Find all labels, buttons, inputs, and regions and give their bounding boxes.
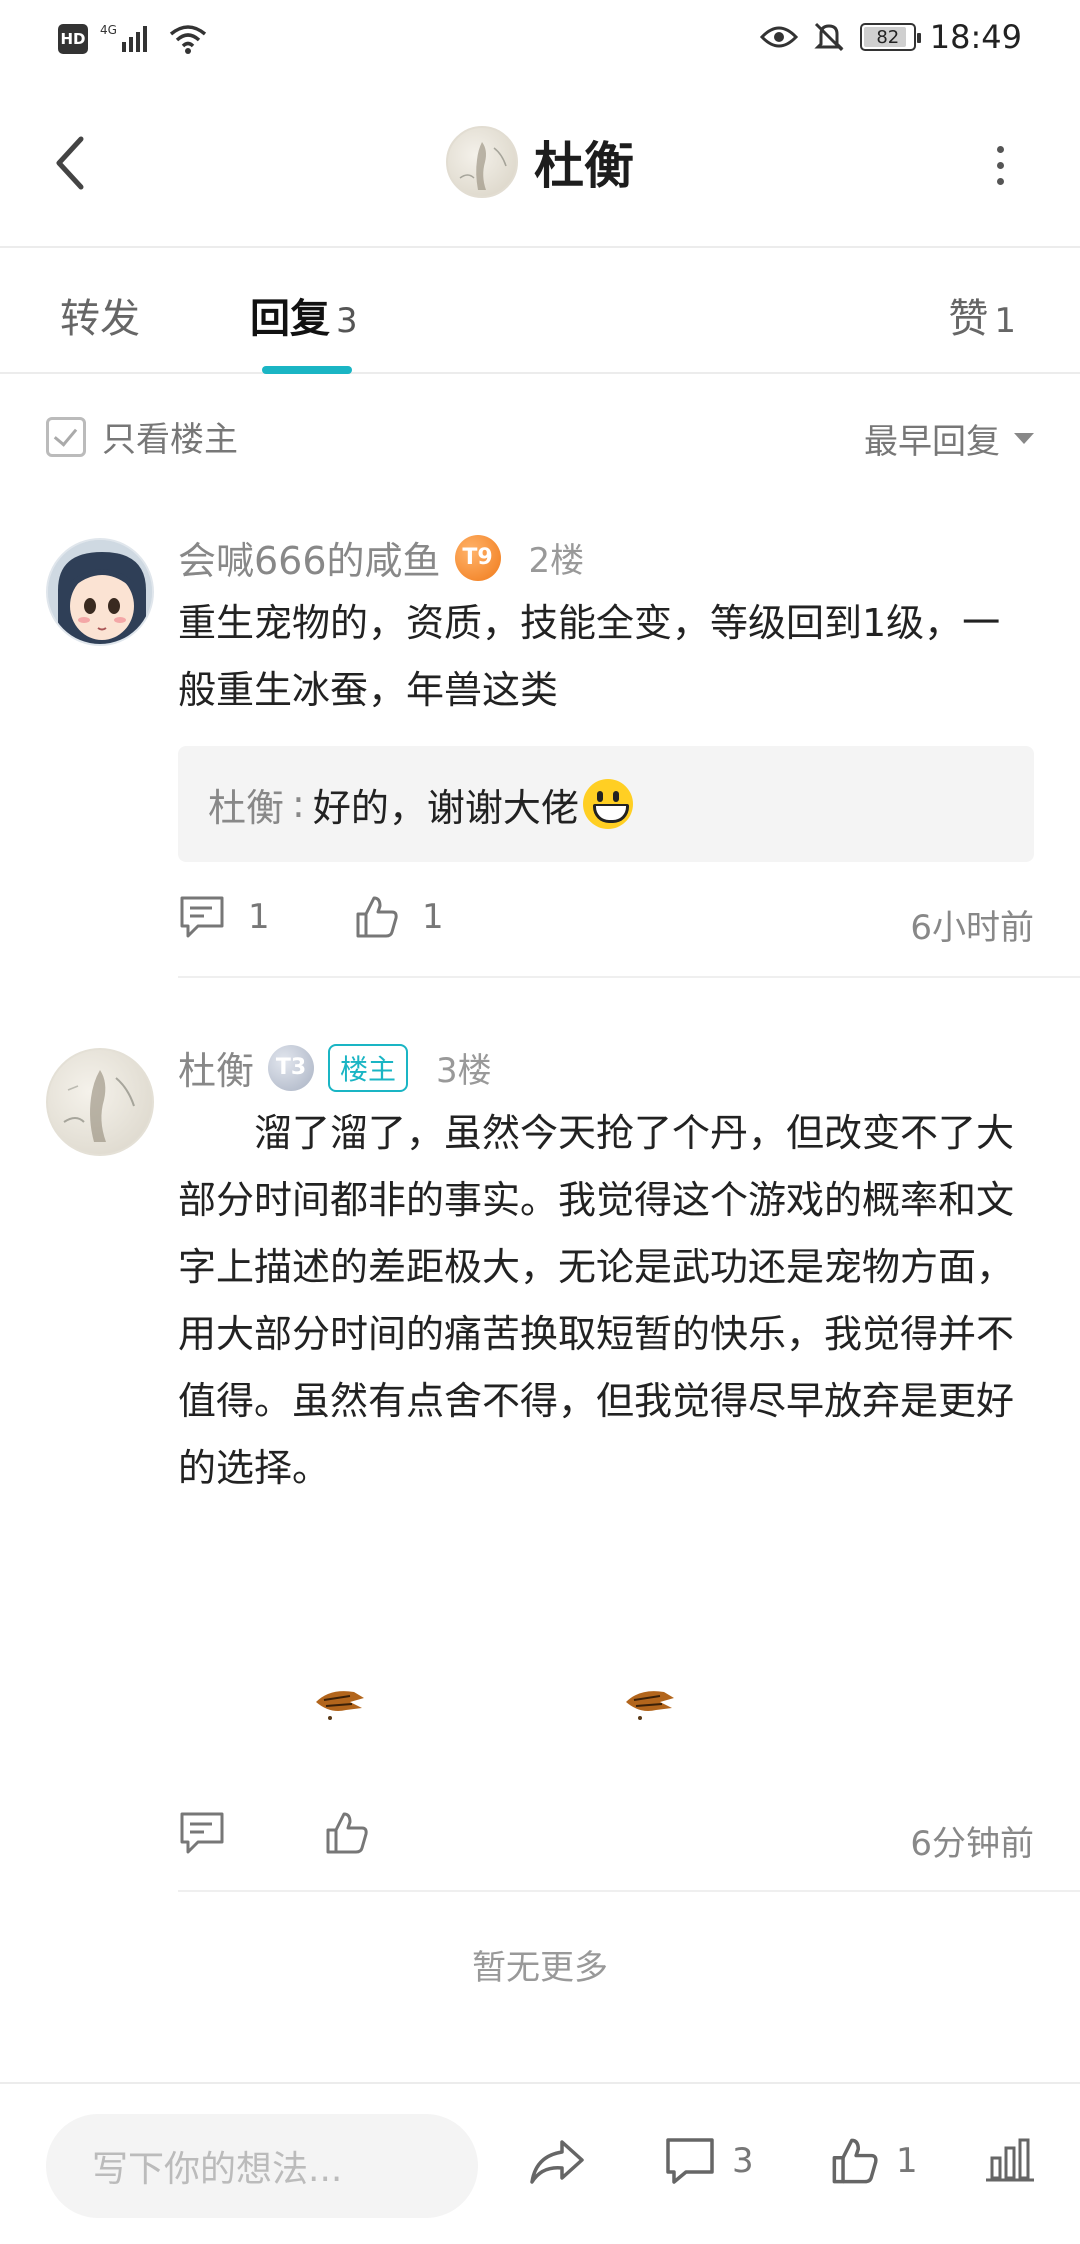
page-header: 杜衡 xyxy=(0,80,1080,248)
tab-label: 转发 xyxy=(60,296,140,342)
reply-quote[interactable]: 杜衡 : 好的，谢谢大佬 xyxy=(178,746,1034,862)
only-op-label: 只看楼主 xyxy=(102,420,238,460)
status-bar: HD 4G 82 18:49 xyxy=(0,0,1080,80)
only-op-toggle[interactable]: 只看楼主 xyxy=(46,412,238,461)
anime-avatar-art xyxy=(48,540,152,644)
level-badge-icon: T3 xyxy=(268,1044,315,1091)
no-more-text: 暂无更多 xyxy=(472,1948,608,1988)
comment-text[interactable]: 溜了溜了，虽然今天抢了个丹，但改变不了大部分时间都非的事实。我觉得这个游戏的概率… xyxy=(178,1100,1034,1502)
comment-divider xyxy=(178,976,1080,978)
avatar[interactable] xyxy=(46,538,154,646)
network-label: 4G xyxy=(100,23,117,37)
eye-icon xyxy=(759,26,798,48)
comment-meta: 会喊666的咸鱼 T9 2楼 xyxy=(178,530,584,585)
reply-author: 杜衡 xyxy=(208,785,285,830)
tab-label: 赞 xyxy=(948,296,989,342)
username[interactable]: 杜衡 xyxy=(178,1040,254,1095)
page-title: 杜衡 xyxy=(534,137,634,195)
share-icon xyxy=(530,2140,584,2184)
tab-reply[interactable]: 回复 3 xyxy=(250,286,358,344)
like-count: 1 xyxy=(422,897,444,937)
comment-icon xyxy=(180,1812,224,1854)
comment-icon xyxy=(666,2138,714,2184)
wifi-icon xyxy=(169,25,207,54)
op-badge: 楼主 xyxy=(328,1043,409,1092)
status-left: HD 4G xyxy=(58,22,208,56)
status-right: 82 18:49 xyxy=(759,18,1022,56)
tab-bar: 转发 回复 3 赞1 xyxy=(0,250,1080,374)
comment-time: 6小时前 xyxy=(910,908,1034,948)
sort-dropdown[interactable]: 最早回复 xyxy=(864,414,1034,463)
tab-label: 回复 xyxy=(250,296,330,342)
stats-button[interactable] xyxy=(984,2136,1036,2184)
chart-icon xyxy=(986,2138,1034,2182)
sort-label: 最早回复 xyxy=(864,422,1000,462)
thumb-up-icon xyxy=(356,896,398,938)
comment-icon xyxy=(180,896,224,938)
tab-forward[interactable]: 转发 xyxy=(60,286,140,344)
sticker-icon xyxy=(626,1691,674,1720)
checkbox-icon[interactable] xyxy=(46,416,86,457)
comment-text[interactable]: 重生宠物的，资质，技能全变，等级回到1级，一般重生冰蚕，年兽这类 xyxy=(178,590,1034,724)
comment-time: 6分钟前 xyxy=(910,1824,1034,1864)
active-tab-indicator xyxy=(262,366,352,374)
tab-count: 3 xyxy=(336,301,358,341)
battery-level: 82 xyxy=(876,26,900,48)
thumb-up-icon xyxy=(832,2138,878,2184)
comment-divider xyxy=(178,1890,1080,1892)
bottom-bar: 写下你的想法... 3 1 xyxy=(0,2082,1080,2244)
like-action[interactable] xyxy=(324,1810,370,1856)
reply-count: 1 xyxy=(248,897,270,937)
comment-count: 3 xyxy=(732,2141,754,2181)
like-count: 1 xyxy=(896,2141,918,2181)
tab-count: 1 xyxy=(994,301,1016,341)
caret-down-icon xyxy=(1014,433,1034,444)
thumb-up-icon xyxy=(326,1812,368,1854)
reply-text: 好的，谢谢大佬 xyxy=(312,785,579,830)
comment-meta: 杜衡 T3 楼主 3楼 xyxy=(178,1040,492,1095)
clock: 18:49 xyxy=(929,18,1022,56)
avatar[interactable] xyxy=(46,1048,154,1156)
reply-separator: : xyxy=(292,782,305,826)
battery-indicator: 82 xyxy=(859,23,921,51)
username[interactable]: 会喊666的咸鱼 xyxy=(178,530,441,585)
like-button[interactable]: 1 xyxy=(830,2136,918,2186)
title-area: 杜衡 xyxy=(0,126,1080,198)
painting-avatar-art xyxy=(63,1070,135,1142)
floor-number: 2楼 xyxy=(528,541,585,581)
comment-actions: 1 1 6小时前 xyxy=(178,894,1034,954)
more-icon[interactable] xyxy=(980,140,1020,190)
painting-avatar-art xyxy=(459,142,507,190)
reply-action[interactable] xyxy=(178,1810,226,1856)
signal-icon: 4G xyxy=(100,23,147,52)
comment-actions: 6分钟前 xyxy=(178,1810,1034,1870)
reply-action[interactable]: 1 xyxy=(178,894,270,940)
level-badge-icon: T9 xyxy=(454,534,501,581)
like-action[interactable]: 1 xyxy=(354,894,444,940)
comment-input[interactable]: 写下你的想法... xyxy=(46,2114,478,2218)
comment-button[interactable]: 3 xyxy=(664,2136,754,2186)
hd-icon: HD xyxy=(58,24,88,54)
tab-like[interactable]: 赞1 xyxy=(948,286,1016,344)
share-button[interactable] xyxy=(528,2136,586,2188)
floor-number: 3楼 xyxy=(436,1051,492,1091)
sticker-icon xyxy=(316,1691,364,1720)
filter-row: 只看楼主 最早回复 xyxy=(0,376,1080,494)
smile-emoji-icon xyxy=(582,779,633,829)
mute-bell-icon xyxy=(814,22,844,52)
sticker-row xyxy=(300,1680,800,1740)
avatar[interactable] xyxy=(446,126,518,198)
